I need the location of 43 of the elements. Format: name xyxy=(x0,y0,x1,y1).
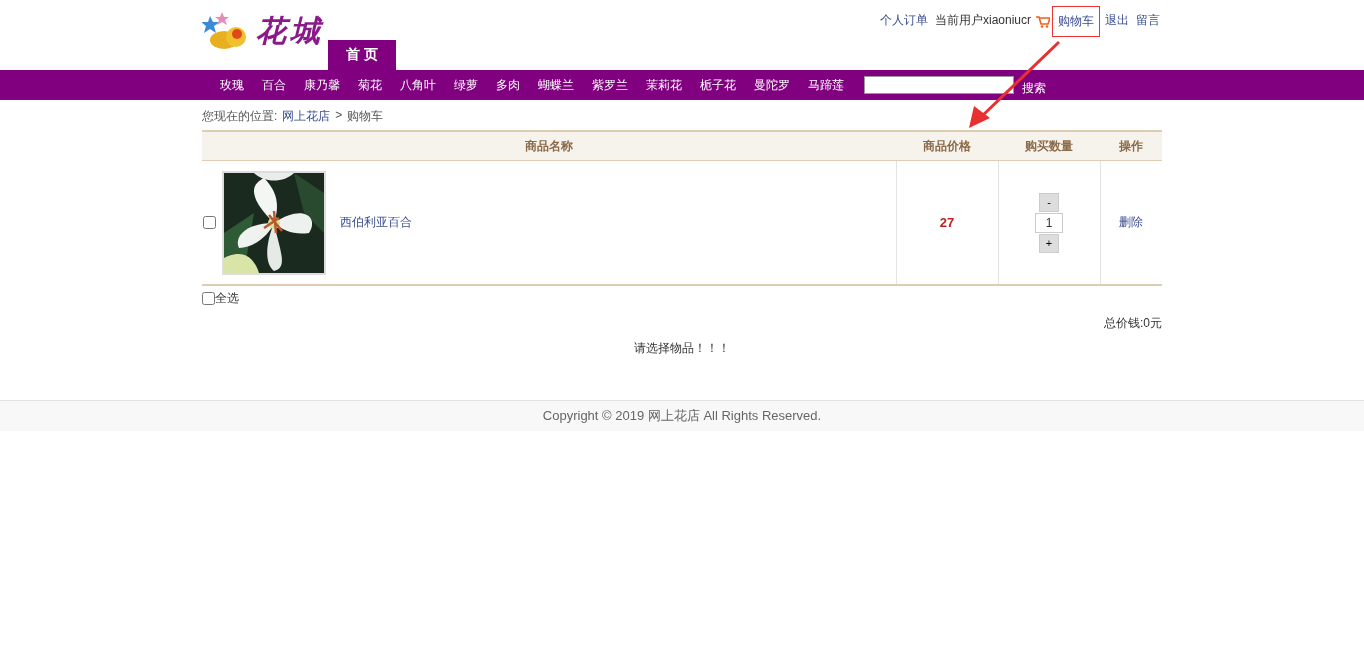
category-link[interactable]: 蝴蝶兰 xyxy=(538,76,574,94)
category-link[interactable]: 康乃馨 xyxy=(304,76,340,94)
increase-button[interactable]: + xyxy=(1039,233,1059,253)
search-button[interactable]: 搜索 xyxy=(1022,79,1046,97)
category-link[interactable]: 绿萝 xyxy=(454,76,478,94)
cart-icon xyxy=(1036,15,1050,28)
select-all-checkbox[interactable] xyxy=(202,292,215,305)
column-header: 商品名称 xyxy=(202,131,896,161)
delete-link[interactable]: 删除 xyxy=(1119,215,1144,229)
total-price: 总价钱:0元 xyxy=(1104,316,1162,330)
category-link[interactable]: 紫罗兰 xyxy=(592,76,628,94)
nav-link[interactable]: 留言 xyxy=(1134,6,1162,35)
category-link[interactable]: 多肉 xyxy=(496,76,520,94)
breadcrumb-label: 您现在的位置: xyxy=(202,108,278,125)
quantity-field[interactable]: 1 xyxy=(1035,212,1063,233)
row-checkbox[interactable] xyxy=(203,216,216,229)
breadcrumb-current: 购物车 xyxy=(347,108,384,125)
copyright-text: Copyright © 2019 网上花店 All Rights Reserved. xyxy=(542,407,822,425)
cart-link[interactable]: 购物车 xyxy=(1052,6,1100,37)
breadcrumb-separator: > xyxy=(335,108,343,124)
user-label: 当前用户xiaoniucr xyxy=(933,12,1032,29)
price-text: 27 xyxy=(939,215,955,230)
breadcrumb-link[interactable]: 网上花店 xyxy=(282,108,331,125)
status-message: 请选择物品！！！ xyxy=(634,341,730,355)
category-link[interactable]: 马蹄莲 xyxy=(808,76,844,94)
category-link[interactable]: 八角叶 xyxy=(400,76,436,94)
nav-link[interactable]: 退出 xyxy=(1103,6,1131,35)
category-link[interactable]: 菊花 xyxy=(358,76,382,94)
nav-link[interactable]: 个人订单 xyxy=(877,6,930,35)
category-link[interactable]: 百合 xyxy=(262,76,286,94)
product-link[interactable]: 西伯利亚百合 xyxy=(340,214,412,231)
category-link[interactable]: 茉莉花 xyxy=(646,76,682,94)
column-header: 购买数量 xyxy=(998,131,1100,161)
select-all-label: 全选 xyxy=(215,290,239,307)
search-field[interactable] xyxy=(864,76,1014,94)
column-header: 商品价格 xyxy=(896,131,998,161)
column-header: 操作 xyxy=(1100,131,1162,161)
category-link[interactable]: 曼陀罗 xyxy=(754,76,790,94)
category-link[interactable]: 玫瑰 xyxy=(220,76,244,94)
category-link[interactable]: 栀子花 xyxy=(700,76,736,94)
logo-text: 花城 xyxy=(256,11,324,50)
decrease-button[interactable]: - xyxy=(1039,192,1059,212)
home-tab[interactable]: 首 页 xyxy=(328,40,396,70)
